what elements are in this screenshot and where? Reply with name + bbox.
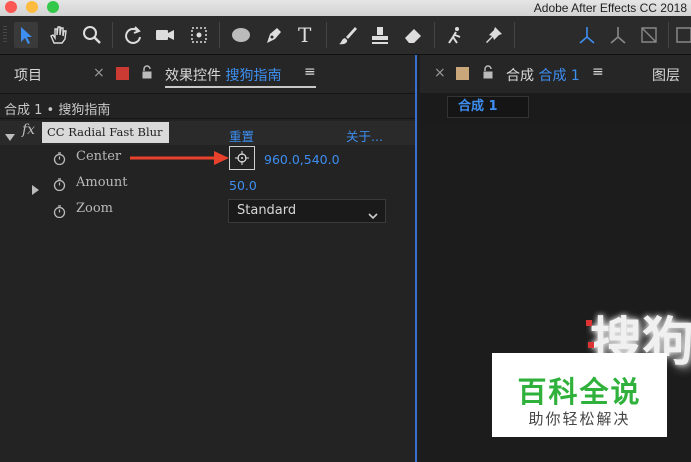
stopwatch-icon[interactable] xyxy=(53,176,66,195)
effects-color-swatch xyxy=(116,67,129,80)
tab-close-icon[interactable]: × xyxy=(93,65,105,81)
snapping-icon[interactable] xyxy=(672,22,691,48)
toolbar-separator xyxy=(326,22,327,48)
clone-stamp-tool-icon[interactable] xyxy=(368,22,392,48)
amount-value[interactable]: 50.0 xyxy=(229,178,257,193)
ellipse-tool-icon[interactable] xyxy=(229,22,253,48)
axis-view-icon[interactable] xyxy=(637,22,661,48)
chevron-down-icon xyxy=(367,206,379,220)
effect-name[interactable]: CC Radial Fast Blur xyxy=(42,122,169,143)
tab-composition[interactable]: 合成 合成 1 xyxy=(506,65,580,85)
watermark-title: 百科全说 xyxy=(517,375,642,409)
watermark-subtitle: 助你轻松解决 xyxy=(528,410,631,428)
zoom-window-button[interactable] xyxy=(47,1,59,13)
comp-viewer-tab[interactable]: 合成 1 xyxy=(447,96,529,118)
pointer-arrow xyxy=(130,150,230,165)
reset-link[interactable]: 重置 xyxy=(229,126,254,145)
fx-toggle[interactable]: fx xyxy=(22,122,35,138)
toolbar-separator xyxy=(112,22,113,48)
zoom-tool-icon[interactable] xyxy=(80,22,104,48)
watermark-logo: 百科全说 助你轻松解决 xyxy=(492,353,667,437)
selection-tool-icon[interactable] xyxy=(14,22,38,48)
roto-brush-tool-icon[interactable] xyxy=(443,22,467,48)
zoom-dropdown-value: Standard xyxy=(237,203,297,218)
minimize-window-button[interactable] xyxy=(26,1,38,13)
panel-menu-icon[interactable]: ≡ xyxy=(304,64,316,80)
zoom-dropdown[interactable]: Standard xyxy=(228,199,386,223)
eraser-tool-icon[interactable] xyxy=(401,22,425,48)
breadcrumb: 合成 1 • 搜狗指南 xyxy=(4,103,111,118)
crosshair-button[interactable] xyxy=(229,146,255,170)
stopwatch-icon[interactable] xyxy=(53,203,66,222)
app-title: Adobe After Effects CC 2018 xyxy=(533,1,687,15)
toolbar-grip-icon xyxy=(2,24,8,46)
divider xyxy=(0,118,415,119)
tab-project[interactable]: 项目 xyxy=(14,65,42,85)
lock-icon[interactable] xyxy=(141,65,153,80)
axis-local-icon[interactable] xyxy=(575,22,599,48)
center-value[interactable]: 960.0,540.0 xyxy=(264,152,340,167)
expand-triangle-icon[interactable] xyxy=(5,127,15,141)
puppet-pin-tool-icon[interactable] xyxy=(482,22,506,48)
toolbar-separator xyxy=(668,22,669,48)
hand-tool-icon[interactable] xyxy=(46,22,70,48)
tab-layer[interactable]: 图层 xyxy=(652,65,680,85)
panel-menu-icon[interactable]: ≡ xyxy=(592,64,604,80)
camera-tool-icon[interactable] xyxy=(153,22,177,48)
about-link[interactable]: 关于... xyxy=(346,126,383,145)
pen-tool-icon[interactable] xyxy=(262,22,286,48)
svg-text:T: T xyxy=(298,24,312,46)
expand-triangle-icon[interactable] xyxy=(31,180,39,195)
composition-color-swatch xyxy=(456,67,469,80)
text-tool-icon[interactable]: T xyxy=(294,22,318,48)
property-zoom-label: Zoom xyxy=(76,201,114,216)
property-amount-label: Amount xyxy=(76,175,128,190)
stopwatch-icon[interactable] xyxy=(53,150,66,169)
close-window-button[interactable] xyxy=(5,1,17,13)
tab-close-icon[interactable]: × xyxy=(434,65,446,81)
lock-icon[interactable] xyxy=(482,65,494,80)
toolbar-separator xyxy=(434,22,435,48)
axis-world-icon[interactable] xyxy=(606,22,630,48)
active-tab-underline xyxy=(165,86,316,88)
tab-effect-controls[interactable]: 效果控件 搜狗指南 xyxy=(165,65,281,85)
toolbar-separator xyxy=(219,22,220,48)
pan-behind-tool-icon[interactable] xyxy=(187,22,211,48)
crosshair-icon xyxy=(235,151,249,165)
rotate-tool-icon[interactable] xyxy=(121,22,145,48)
toolbar-separator xyxy=(514,22,515,48)
property-center-label: Center xyxy=(76,149,122,164)
brush-tool-icon[interactable] xyxy=(336,22,360,48)
